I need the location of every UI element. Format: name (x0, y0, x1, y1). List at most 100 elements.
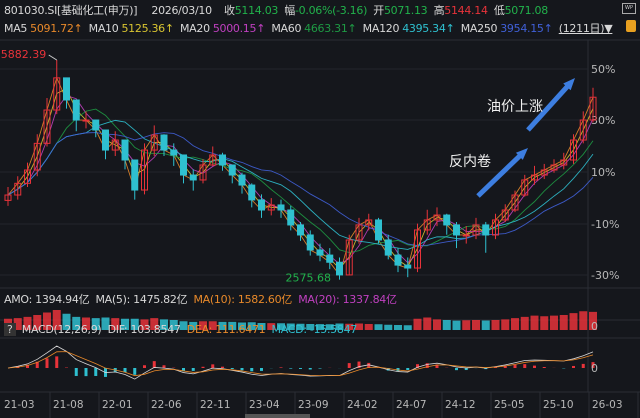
macd-bar (581, 363, 585, 368)
candle (219, 154, 226, 166)
volume-legend: AMO: 1394.94亿 MA(5): 1475.82亿 MA(10): 15… (4, 291, 400, 307)
macd-bar (523, 364, 527, 368)
macd-bar (347, 363, 351, 368)
macd-bar (533, 365, 536, 368)
candle (297, 224, 304, 236)
volume-bar (540, 316, 549, 330)
volume-bar (403, 325, 412, 330)
candle (63, 77, 70, 101)
volume-bar (481, 320, 490, 330)
macd-bar (221, 366, 224, 368)
candle (170, 149, 178, 156)
amo-ma10: MA(10): 1582.60亿 (193, 293, 292, 306)
x-tick-label: 22-06 (151, 399, 182, 411)
x-tick-label: 24-07 (396, 399, 427, 411)
x-tick-label: 24-02 (347, 399, 378, 411)
candle (316, 249, 324, 256)
candle (394, 254, 402, 266)
candle (482, 224, 490, 236)
x-tick-label: 22-11 (200, 399, 231, 411)
macd-bar (211, 364, 215, 368)
volume-bar (530, 315, 539, 330)
amo-value: AMO: 1394.94亿 (4, 293, 90, 306)
macd-bar (162, 365, 166, 368)
macd-bar (406, 368, 410, 371)
volume-bar (491, 320, 500, 330)
candle (180, 154, 187, 176)
macd-bar (572, 365, 575, 368)
x-tick-label: 23-09 (298, 399, 329, 411)
amo-ma5: MA(5): 1475.82亿 (95, 293, 188, 306)
candle (375, 219, 382, 241)
max-price-label: 5882.39 (1, 48, 47, 61)
macd-bar (94, 368, 98, 376)
macd-bar (240, 368, 244, 371)
annotation-anti-involution: 反内卷 (449, 154, 491, 170)
volume-bar (579, 311, 588, 330)
candle (121, 139, 129, 161)
macd-bar (260, 368, 263, 371)
macd-bar (84, 368, 88, 377)
candle (248, 184, 256, 201)
candle (228, 164, 236, 176)
volume-bar (433, 319, 441, 330)
min-price-label: 2575.68 (286, 272, 332, 285)
volume-bar (384, 324, 393, 330)
candle (160, 134, 168, 151)
x-tick-label: 26-03 (592, 399, 623, 411)
candle (404, 264, 412, 269)
candle (258, 199, 265, 211)
macd-bar (55, 356, 59, 368)
candle (326, 254, 334, 263)
volume-bar (423, 317, 432, 330)
y-tick-label: -10% (591, 218, 619, 231)
help-button[interactable]: ? (4, 323, 16, 336)
macd-bar (513, 364, 517, 368)
x-tick-label: 21-08 (53, 399, 84, 411)
macd-dea: DEA: 111.6471 (186, 323, 266, 336)
x-tick-label: 22-01 (102, 399, 133, 411)
macd-title: MACD(12,26,9) (21, 323, 102, 336)
macd-bar (455, 368, 458, 371)
volume-bar (501, 319, 510, 330)
volume-bar (511, 318, 519, 330)
volume-zero-label: 0 (591, 320, 598, 333)
macd-bar (230, 368, 234, 369)
candle (131, 159, 139, 191)
macd-dif: DIF: 103.8547 (107, 323, 181, 336)
candle (336, 261, 343, 276)
macd-zero-label: 0 (591, 362, 598, 375)
macd-bar (250, 368, 254, 372)
macd-bar (299, 368, 302, 369)
candle (443, 214, 451, 226)
candle (453, 224, 460, 236)
macd-bar (308, 368, 312, 370)
macd-legend: ? MACD(12,26,9) DIF: 103.8547 DEA: 111.6… (4, 323, 360, 336)
macd-bar (152, 361, 156, 368)
macd-bar (318, 368, 322, 369)
macd-bar (542, 366, 546, 368)
x-tick-label: 25-10 (543, 399, 574, 411)
candle (384, 239, 392, 256)
volume-bar (394, 325, 402, 330)
volume-bar (550, 315, 558, 330)
annotation-oil: 油价上涨 (487, 99, 543, 115)
macd-bar (289, 368, 293, 369)
y-tick-label: -30% (591, 269, 619, 282)
x-tick-label: 21-03 (4, 399, 35, 411)
volume-bar (559, 315, 568, 330)
candle (238, 174, 246, 186)
volume-bar (520, 316, 529, 330)
volume-bar (452, 320, 461, 330)
candle (277, 204, 285, 211)
macd-bar (133, 368, 137, 375)
kline-chart[interactable]: 50%30%10%-10%-30%21-03 21-08 22-01 22-06 22-… (0, 0, 640, 418)
y-tick-label: 10% (591, 166, 615, 179)
scrollbar-thumb[interactable] (245, 414, 310, 418)
volume-bar (472, 320, 480, 330)
x-tick-label: 23-04 (249, 399, 280, 411)
volume-bar (442, 320, 451, 330)
macd-value: MACD: -15.5847 (271, 323, 358, 336)
macd-bar (191, 368, 195, 371)
candle (462, 234, 470, 237)
